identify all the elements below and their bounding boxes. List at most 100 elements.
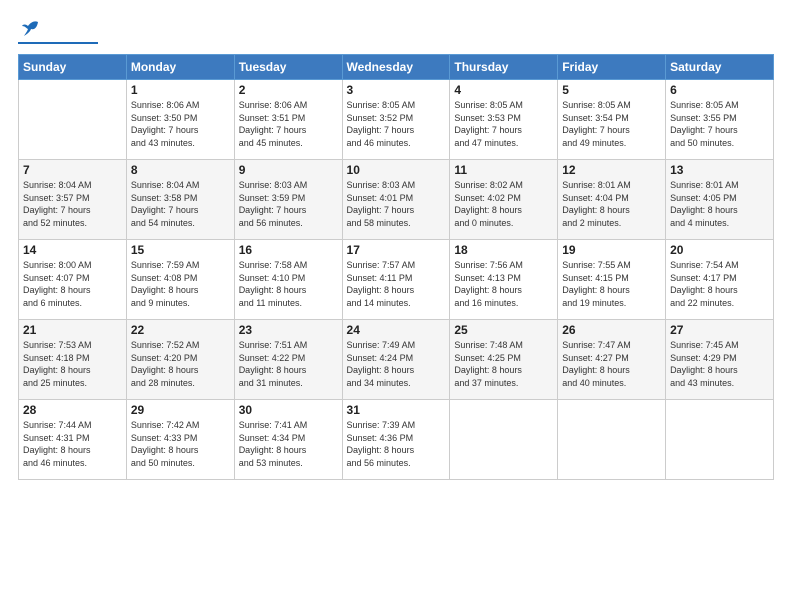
day-info: Sunrise: 8:05 AM Sunset: 3:54 PM Dayligh… bbox=[562, 99, 661, 149]
day-info: Sunrise: 8:05 AM Sunset: 3:55 PM Dayligh… bbox=[670, 99, 769, 149]
calendar-cell: 23Sunrise: 7:51 AM Sunset: 4:22 PM Dayli… bbox=[234, 320, 342, 400]
logo-bird-icon bbox=[20, 18, 42, 40]
day-info: Sunrise: 7:56 AM Sunset: 4:13 PM Dayligh… bbox=[454, 259, 553, 309]
day-number: 8 bbox=[131, 163, 230, 177]
day-number: 15 bbox=[131, 243, 230, 257]
week-row-1: 1Sunrise: 8:06 AM Sunset: 3:50 PM Daylig… bbox=[19, 80, 774, 160]
calendar-cell: 19 Sunrise: 7:55 AM Sunset: 4:15 PM Dayli… bbox=[558, 240, 666, 320]
calendar-cell: 3 Sunrise: 8:05 AM Sunset: 3:52 PM Daylig… bbox=[342, 80, 450, 160]
day-info: Sunrise: 7:55 AM Sunset: 4:15 PM Dayligh… bbox=[562, 259, 661, 309]
day-number: 11 bbox=[454, 163, 553, 177]
calendar-cell: 5 Sunrise: 8:05 AM Sunset: 3:54 PM Daylig… bbox=[558, 80, 666, 160]
week-row-2: 7 Sunrise: 8:04 AM Sunset: 3:57 PM Daylig… bbox=[19, 160, 774, 240]
calendar-cell bbox=[450, 400, 558, 480]
calendar-cell: 29 Sunrise: 7:42 AM Sunset: 4:33 PM Dayli… bbox=[126, 400, 234, 480]
day-number: 7 bbox=[23, 163, 122, 177]
day-info: Sunrise: 8:05 AM Sunset: 3:52 PM Dayligh… bbox=[347, 99, 446, 149]
day-info: Sunrise: 7:49 AM Sunset: 4:24 PM Dayligh… bbox=[347, 339, 446, 389]
calendar-cell: 12Sunrise: 8:01 AM Sunset: 4:04 PM Dayli… bbox=[558, 160, 666, 240]
day-number: 28 bbox=[23, 403, 122, 417]
day-number: 24 bbox=[347, 323, 446, 337]
calendar-cell: 7 Sunrise: 8:04 AM Sunset: 3:57 PM Daylig… bbox=[19, 160, 127, 240]
day-info: Sunrise: 8:03 AM Sunset: 3:59 PM Dayligh… bbox=[239, 179, 338, 229]
weekday-header-sunday: Sunday bbox=[19, 55, 127, 80]
day-info: Sunrise: 7:47 AM Sunset: 4:27 PM Dayligh… bbox=[562, 339, 661, 389]
calendar-cell: 16Sunrise: 7:58 AM Sunset: 4:10 PM Dayli… bbox=[234, 240, 342, 320]
day-info: Sunrise: 7:45 AM Sunset: 4:29 PM Dayligh… bbox=[670, 339, 769, 389]
day-number: 16 bbox=[239, 243, 338, 257]
weekday-header-friday: Friday bbox=[558, 55, 666, 80]
calendar-cell: 17 Sunrise: 7:57 AM Sunset: 4:11 PM Dayli… bbox=[342, 240, 450, 320]
calendar-cell: 11 Sunrise: 8:02 AM Sunset: 4:02 PM Dayli… bbox=[450, 160, 558, 240]
calendar-cell: 20 Sunrise: 7:54 AM Sunset: 4:17 PM Dayli… bbox=[666, 240, 774, 320]
day-info: Sunrise: 7:59 AM Sunset: 4:08 PM Dayligh… bbox=[131, 259, 230, 309]
calendar-cell: 2 Sunrise: 8:06 AM Sunset: 3:51 PM Daylig… bbox=[234, 80, 342, 160]
day-number: 25 bbox=[454, 323, 553, 337]
day-info: Sunrise: 8:04 AM Sunset: 3:57 PM Dayligh… bbox=[23, 179, 122, 229]
day-info: Sunrise: 8:00 AM Sunset: 4:07 PM Dayligh… bbox=[23, 259, 122, 309]
day-number: 17 bbox=[347, 243, 446, 257]
day-info: Sunrise: 8:06 AM Sunset: 3:51 PM Dayligh… bbox=[239, 99, 338, 149]
calendar-cell: 31Sunrise: 7:39 AM Sunset: 4:36 PM Dayli… bbox=[342, 400, 450, 480]
calendar-cell: 9 Sunrise: 8:03 AM Sunset: 3:59 PM Daylig… bbox=[234, 160, 342, 240]
week-row-5: 28 Sunrise: 7:44 AM Sunset: 4:31 PM Dayli… bbox=[19, 400, 774, 480]
calendar-cell: 22 Sunrise: 7:52 AM Sunset: 4:20 PM Dayli… bbox=[126, 320, 234, 400]
week-row-4: 21Sunrise: 7:53 AM Sunset: 4:18 PM Dayli… bbox=[19, 320, 774, 400]
day-number: 22 bbox=[131, 323, 230, 337]
day-info: Sunrise: 7:54 AM Sunset: 4:17 PM Dayligh… bbox=[670, 259, 769, 309]
day-info: Sunrise: 7:44 AM Sunset: 4:31 PM Dayligh… bbox=[23, 419, 122, 469]
day-info: Sunrise: 7:52 AM Sunset: 4:20 PM Dayligh… bbox=[131, 339, 230, 389]
day-number: 26 bbox=[562, 323, 661, 337]
day-number: 29 bbox=[131, 403, 230, 417]
day-info: Sunrise: 8:06 AM Sunset: 3:50 PM Dayligh… bbox=[131, 99, 230, 149]
day-number: 9 bbox=[239, 163, 338, 177]
day-info: Sunrise: 7:41 AM Sunset: 4:34 PM Dayligh… bbox=[239, 419, 338, 469]
day-number: 27 bbox=[670, 323, 769, 337]
day-number: 19 bbox=[562, 243, 661, 257]
weekday-header-tuesday: Tuesday bbox=[234, 55, 342, 80]
calendar-cell bbox=[558, 400, 666, 480]
day-info: Sunrise: 7:42 AM Sunset: 4:33 PM Dayligh… bbox=[131, 419, 230, 469]
day-info: Sunrise: 7:57 AM Sunset: 4:11 PM Dayligh… bbox=[347, 259, 446, 309]
calendar-cell: 30 Sunrise: 7:41 AM Sunset: 4:34 PM Dayli… bbox=[234, 400, 342, 480]
calendar-table: SundayMondayTuesdayWednesdayThursdayFrid… bbox=[18, 54, 774, 480]
weekday-header-wednesday: Wednesday bbox=[342, 55, 450, 80]
calendar-cell: 4 Sunrise: 8:05 AM Sunset: 3:53 PM Daylig… bbox=[450, 80, 558, 160]
header bbox=[18, 18, 774, 44]
weekday-header-saturday: Saturday bbox=[666, 55, 774, 80]
day-info: Sunrise: 8:04 AM Sunset: 3:58 PM Dayligh… bbox=[131, 179, 230, 229]
calendar-cell bbox=[666, 400, 774, 480]
day-info: Sunrise: 8:01 AM Sunset: 4:05 PM Dayligh… bbox=[670, 179, 769, 229]
day-number: 12 bbox=[562, 163, 661, 177]
calendar-cell: 28 Sunrise: 7:44 AM Sunset: 4:31 PM Dayli… bbox=[19, 400, 127, 480]
day-info: Sunrise: 8:03 AM Sunset: 4:01 PM Dayligh… bbox=[347, 179, 446, 229]
day-number: 13 bbox=[670, 163, 769, 177]
day-info: Sunrise: 7:48 AM Sunset: 4:25 PM Dayligh… bbox=[454, 339, 553, 389]
day-info: Sunrise: 8:02 AM Sunset: 4:02 PM Dayligh… bbox=[454, 179, 553, 229]
week-row-3: 14Sunrise: 8:00 AM Sunset: 4:07 PM Dayli… bbox=[19, 240, 774, 320]
day-number: 3 bbox=[347, 83, 446, 97]
page: SundayMondayTuesdayWednesdayThursdayFrid… bbox=[0, 0, 792, 612]
calendar-cell bbox=[19, 80, 127, 160]
weekday-header-row: SundayMondayTuesdayWednesdayThursdayFrid… bbox=[19, 55, 774, 80]
weekday-header-thursday: Thursday bbox=[450, 55, 558, 80]
calendar-cell: 13 Sunrise: 8:01 AM Sunset: 4:05 PM Dayli… bbox=[666, 160, 774, 240]
day-info: Sunrise: 8:05 AM Sunset: 3:53 PM Dayligh… bbox=[454, 99, 553, 149]
day-number: 20 bbox=[670, 243, 769, 257]
calendar-cell: 6Sunrise: 8:05 AM Sunset: 3:55 PM Daylig… bbox=[666, 80, 774, 160]
day-info: Sunrise: 7:53 AM Sunset: 4:18 PM Dayligh… bbox=[23, 339, 122, 389]
day-number: 5 bbox=[562, 83, 661, 97]
logo bbox=[18, 18, 98, 44]
calendar-cell: 25 Sunrise: 7:48 AM Sunset: 4:25 PM Dayli… bbox=[450, 320, 558, 400]
day-number: 30 bbox=[239, 403, 338, 417]
day-number: 18 bbox=[454, 243, 553, 257]
day-info: Sunrise: 7:39 AM Sunset: 4:36 PM Dayligh… bbox=[347, 419, 446, 469]
day-number: 23 bbox=[239, 323, 338, 337]
day-number: 10 bbox=[347, 163, 446, 177]
day-number: 2 bbox=[239, 83, 338, 97]
calendar-cell: 18 Sunrise: 7:56 AM Sunset: 4:13 PM Dayli… bbox=[450, 240, 558, 320]
calendar-cell: 26 Sunrise: 7:47 AM Sunset: 4:27 PM Dayli… bbox=[558, 320, 666, 400]
day-number: 4 bbox=[454, 83, 553, 97]
calendar-cell: 8 Sunrise: 8:04 AM Sunset: 3:58 PM Daylig… bbox=[126, 160, 234, 240]
weekday-header-monday: Monday bbox=[126, 55, 234, 80]
